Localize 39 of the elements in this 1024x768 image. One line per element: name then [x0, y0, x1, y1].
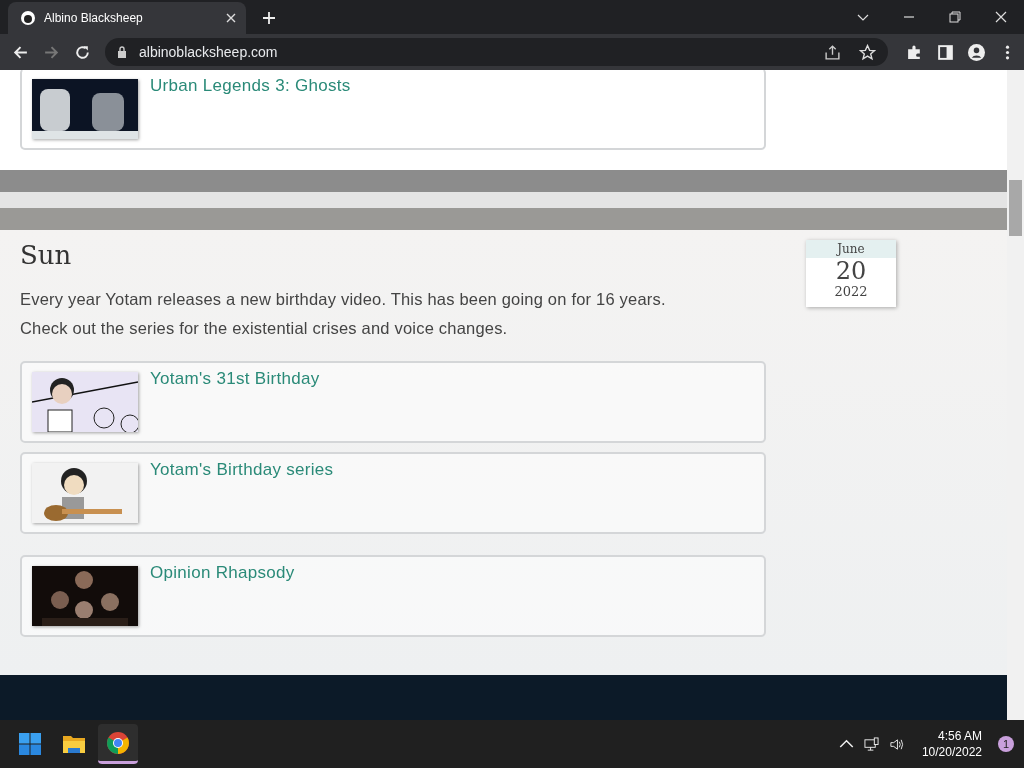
side-panel-icon[interactable] [937, 43, 954, 61]
clock[interactable]: 4:56 AM 10/20/2022 [921, 728, 982, 760]
video-link[interactable]: Urban Legends 3: Ghosts [150, 76, 351, 96]
url-text: albinoblacksheep.com [139, 44, 278, 60]
notification-badge[interactable]: 1 [998, 736, 1014, 752]
address-bar[interactable]: albinoblacksheep.com [105, 38, 888, 66]
section-heading: Sun [20, 239, 73, 271]
clock-date: 10/20/2022 [921, 744, 982, 760]
puzzle-icon[interactable] [906, 43, 923, 61]
close-icon[interactable] [995, 11, 1007, 23]
date-day: 20 [835, 258, 867, 284]
video-link[interactable]: Yotam's 31st Birthday [150, 369, 320, 389]
video-card[interactable]: Opinion Rhapsody [20, 555, 766, 637]
video-card[interactable]: Yotam's Birthday series [20, 452, 766, 534]
reload-icon[interactable] [74, 43, 91, 61]
description-text: Every year Yotam releases a new birthday video. This has been going on for 16 years. [20, 289, 667, 310]
video-link[interactable]: Yotam's Birthday series [150, 460, 334, 480]
share-icon[interactable] [824, 43, 841, 61]
tab-title: Albino Blacksheep [44, 11, 144, 25]
network-icon[interactable] [863, 736, 879, 752]
new-tab-icon[interactable] [262, 11, 276, 25]
speaker-icon[interactable] [888, 736, 904, 752]
profile-icon[interactable] [968, 43, 985, 61]
windows-logo-icon [18, 732, 42, 756]
clock-time: 4:56 AM [937, 728, 982, 744]
browser-tab[interactable]: Albino Blacksheep [8, 2, 246, 34]
chrome-logo-icon [106, 730, 130, 755]
video-card[interactable]: Yotam's 31st Birthday [20, 361, 766, 443]
description-text: Check out the series for the existential crises and voice changes. [20, 318, 509, 339]
video-link[interactable]: Opinion Rhapsody [150, 563, 295, 583]
star-icon[interactable] [859, 43, 876, 61]
restore-icon[interactable] [949, 11, 961, 23]
video-card[interactable]: Urban Legends 3: Ghosts [20, 70, 766, 150]
date-month: June [806, 240, 896, 258]
date-year: 2022 [834, 284, 868, 300]
close-icon[interactable] [226, 13, 236, 23]
browser-button[interactable] [98, 724, 138, 764]
lock-icon [117, 46, 127, 58]
scrollbar[interactable] [1007, 70, 1024, 720]
